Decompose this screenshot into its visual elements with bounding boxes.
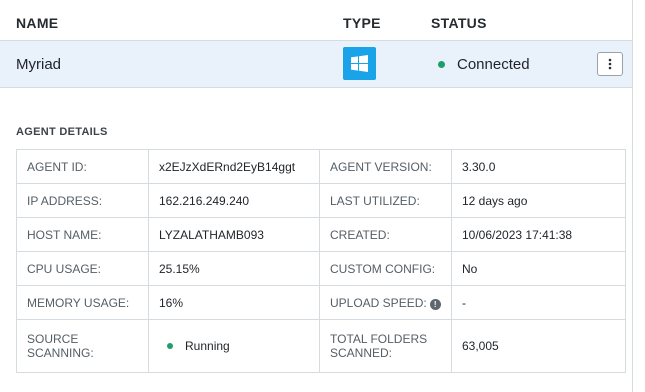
more-actions-button[interactable] [597, 52, 623, 76]
memory-usage-label: MEMORY USAGE: [16, 285, 149, 320]
details-row: IP ADDRESS: 162.216.249.240 LAST UTILIZE… [16, 183, 626, 218]
total-folders-scanned-label-line2: SCANNED: [330, 346, 393, 360]
upload-speed-label: UPLOAD SPEED: [330, 295, 427, 310]
custom-config-value: No [451, 251, 626, 286]
details-row: SOURCE SCANNING: Running TOTAL FOLDERS SC… [16, 319, 626, 373]
agent-row[interactable]: Myriad Connected [0, 41, 632, 88]
column-header-name[interactable]: NAME [16, 15, 58, 31]
agents-panel: NAME TYPE STATUS Myriad Connected AGENT … [0, 0, 633, 392]
cpu-usage-value: 25.15% [148, 251, 320, 286]
host-name-label: HOST NAME: [16, 217, 149, 252]
memory-usage-value: 16% [148, 285, 320, 320]
agent-version-label: AGENT VERSION: [319, 149, 452, 184]
created-value: 10/06/2023 17:41:38 [451, 217, 626, 252]
upload-speed-value: - [451, 285, 626, 320]
details-row: CPU USAGE: 25.15% CUSTOM CONFIG: No [16, 251, 626, 286]
ip-address-value: 162.216.249.240 [148, 183, 320, 218]
connected-status-dot-icon [438, 61, 445, 68]
cpu-usage-label: CPU USAGE: [16, 251, 149, 286]
total-folders-scanned-value: 63,005 [451, 319, 626, 373]
info-icon[interactable]: ! [429, 298, 441, 310]
upload-speed-label-cell: UPLOAD SPEED:! [319, 285, 452, 320]
created-label: CREATED: [319, 217, 452, 252]
windows-logo-icon [343, 47, 376, 80]
source-scanning-label: SOURCE SCANNING: [16, 319, 149, 373]
details-row: HOST NAME: LYZALATHAMB093 CREATED: 10/06… [16, 217, 626, 252]
total-folders-scanned-label-line1: TOTAL FOLDERS [330, 332, 428, 346]
agent-name: Myriad [16, 56, 62, 73]
agent-id-value: x2EJzXdERnd2EyB14ggt [148, 149, 320, 184]
status-text: Connected [457, 56, 530, 73]
agent-version-value: 3.30.0 [451, 149, 626, 184]
column-header-type[interactable]: TYPE [343, 15, 381, 31]
agent-details-title: AGENT DETAILS [16, 126, 108, 138]
custom-config-label: CUSTOM CONFIG: [319, 251, 452, 286]
last-utilized-label: LAST UTILIZED: [319, 183, 452, 218]
last-utilized-value: 12 days ago [451, 183, 626, 218]
status-cell: Connected [438, 56, 530, 73]
source-scanning-value: Running [185, 339, 230, 353]
column-header-status[interactable]: STATUS [431, 15, 487, 31]
running-status-dot-icon [167, 343, 173, 349]
vertical-ellipsis-icon [608, 58, 612, 70]
details-row: MEMORY USAGE: 16% UPLOAD SPEED:! - [16, 285, 626, 320]
total-folders-scanned-label: TOTAL FOLDERS SCANNED: [319, 319, 452, 373]
agent-id-label: AGENT ID: [16, 149, 149, 184]
host-name-value: LYZALATHAMB093 [148, 217, 320, 252]
ip-address-label: IP ADDRESS: [16, 183, 149, 218]
source-scanning-value-cell: Running [148, 319, 320, 373]
details-row: AGENT ID: x2EJzXdERnd2EyB14ggt AGENT VER… [16, 149, 626, 184]
agent-details-table: AGENT ID: x2EJzXdERnd2EyB14ggt AGENT VER… [16, 149, 626, 373]
